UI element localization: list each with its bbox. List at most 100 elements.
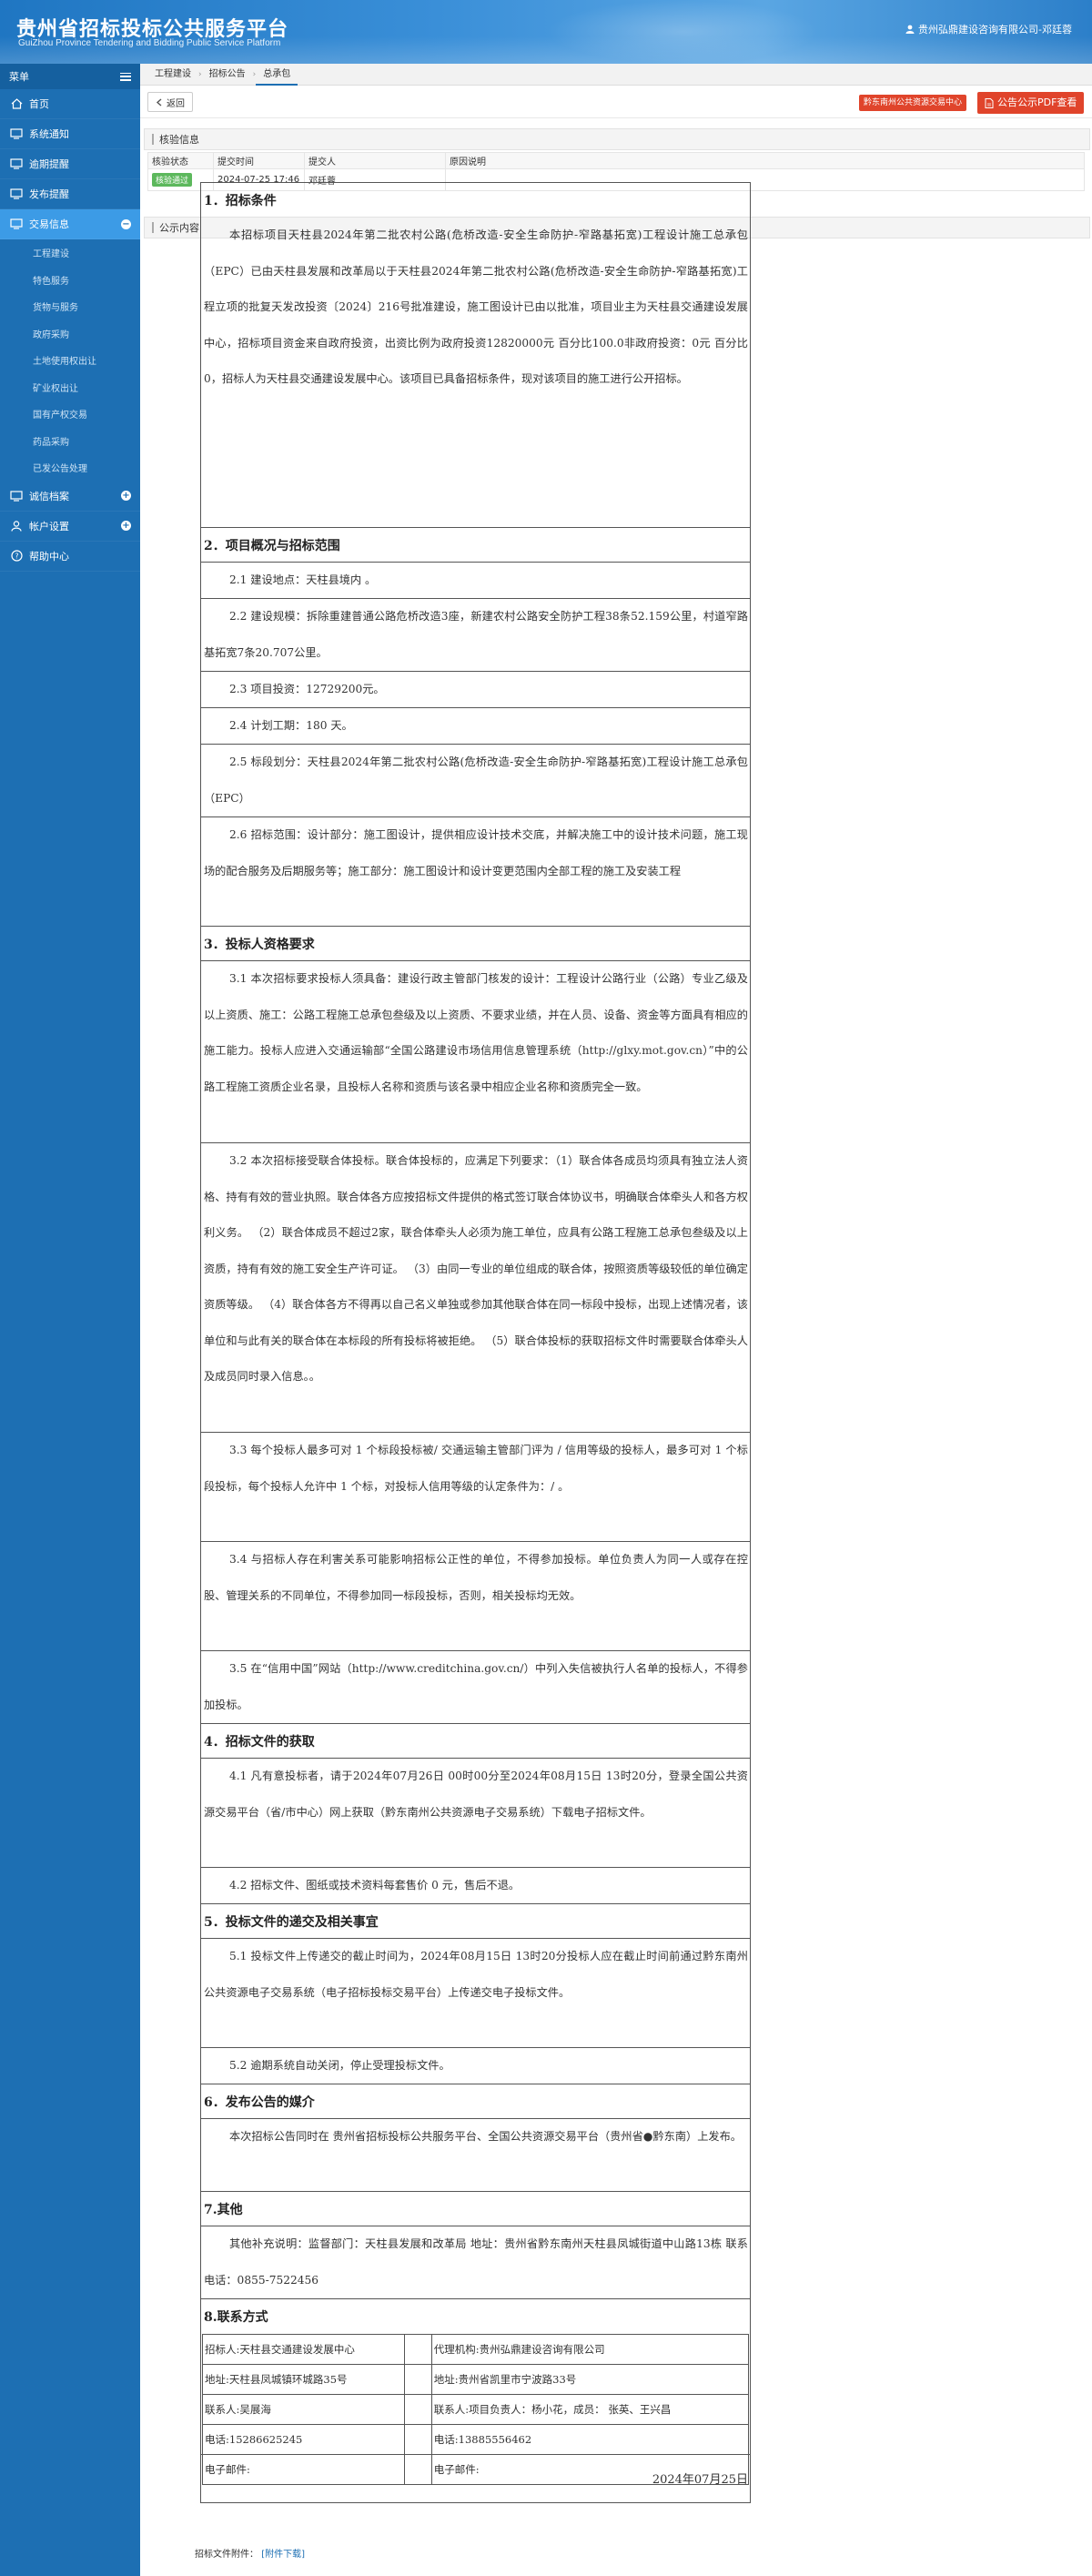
section-1: 1．招标条件 本招标项目天柱县2024年第二批农村公路(危桥改造-安全生命防护-…	[201, 183, 750, 528]
tenderer-address: 地址:天柱县凤城镇环城路35号	[202, 2364, 405, 2395]
section-7-1: 其他补充说明：监督部门：天柱县发展和改革局 地址：贵州省黔东南州天柱县凤城街道中…	[201, 2226, 750, 2299]
sidebar-item-home[interactable]: 首页	[0, 89, 140, 119]
sidebar-item-label: 帐户设置	[29, 520, 69, 532]
monitor-icon	[9, 127, 24, 141]
sidebar-subitem-mining[interactable]: 矿业权出让	[0, 374, 140, 401]
column-header: 提交时间	[213, 152, 305, 169]
breadcrumb-epc[interactable]: 总承包	[256, 64, 298, 86]
paragraph: 2.2 建设规模：拆除重建普通公路危桥改造3座，新建农村公路安全防护工程38条5…	[204, 610, 748, 659]
paragraph: 3.4 与招标人存在利害关系可能影响招标公正性的单位，不得参加投标。单位负责人为…	[204, 1553, 748, 1602]
breadcrumb-notice[interactable]: 招标公告	[202, 64, 253, 86]
spacer-cell	[403, 2394, 432, 2425]
section-2-5: 2.5 标段划分：天柱县2024年第二批农村公路(危桥改造-安全生命防护-窄路基…	[201, 745, 750, 817]
monitor-icon	[9, 217, 24, 231]
section-title: 3．投标人资格要求	[204, 938, 315, 952]
home-icon	[9, 96, 24, 111]
platform-subtitle: GuiZhou Province Tendering and Bidding P…	[18, 38, 281, 48]
tenderer-name: 招标人:天柱县交通建设发展中心	[202, 2334, 405, 2365]
sidebar-item-trade-info[interactable]: 交易信息 −	[0, 209, 140, 239]
sidebar-subitem-property[interactable]: 国有产权交易	[0, 401, 140, 428]
sidebar-subitem-land[interactable]: 土地使用权出让	[0, 347, 140, 374]
spacer-cell	[403, 2364, 432, 2395]
sidebar-subitem-drugs[interactable]: 药品采购	[0, 428, 140, 455]
section-5-title-block: 5．投标文件的递交及相关事宜	[201, 1904, 750, 1939]
question-icon: ?	[9, 549, 24, 563]
sidebar-item-credit[interactable]: 诚信档案 +	[0, 482, 140, 512]
sidebar-item-overdue[interactable]: 逾期提醒	[0, 149, 140, 179]
sidebar-subitem-procurement[interactable]: 政府采购	[0, 320, 140, 348]
paragraph: 3.1 本次招标要求投标人须具备：建设行政主管部门核发的设计：工程设计公路行业（…	[204, 972, 748, 1093]
section-2-6: 2.6 招标范围：设计部分：施工图设计，提供相应设计技术交底，并解决施工中的设计…	[201, 817, 750, 927]
sidebar-subitem-special[interactable]: 特色服务	[0, 267, 140, 294]
paragraph: 4.2 招标文件、图纸或技术资料每套售价 0 元，售后不退。	[229, 1879, 521, 1891]
section-title: 4．招标文件的获取	[204, 1735, 315, 1749]
document-icon	[985, 97, 994, 108]
spacer-cell	[403, 2424, 432, 2455]
current-user[interactable]: 贵州弘鼎建设咨询有限公司-邓廷蓉	[905, 22, 1072, 36]
sidebar-item-label: 首页	[29, 98, 49, 110]
spacer-cell	[403, 2454, 432, 2485]
section-title: 1．招标条件	[204, 194, 277, 208]
sidebar-item-help[interactable]: ? 帮助中心	[0, 542, 140, 572]
paragraph: 3.3 每个投标人最多可对 1 个标段投标被/ 交通运输主管部门评为 / 信用等…	[204, 1444, 748, 1493]
section-2-3: 2.3 项目投资：12729200元。	[201, 672, 750, 708]
paragraph: 5.1 投标文件上传递交的截止时间为，2024年08月15日 13时20分投标人…	[204, 1950, 748, 1999]
paragraph: 4.1 凡有意投标者，请于2024年07月26日 00时00分至2024年08月…	[204, 1770, 748, 1819]
paragraph: 2.6 招标范围：设计部分：施工图设计，提供相应设计技术交底，并解决施工中的设计…	[204, 828, 748, 877]
section-4-2: 4.2 招标文件、图纸或技术资料每套售价 0 元，售后不退。	[201, 1868, 750, 1904]
back-button[interactable]: 返回	[147, 92, 193, 112]
sidebar-item-publish[interactable]: 发布提醒	[0, 179, 140, 209]
menu-toggle-icon[interactable]	[120, 72, 131, 81]
breadcrumb-engineering[interactable]: 工程建设	[147, 64, 198, 86]
table-row: 电话:15286625245 电话:13885556462	[202, 2424, 750, 2455]
sidebar-item-notice[interactable]: 系统通知	[0, 119, 140, 149]
back-icon	[156, 97, 162, 106]
paragraph: 2.3 项目投资：12729200元。	[229, 683, 385, 695]
verify-section-header: 核验信息	[144, 128, 1090, 150]
sidebar-subitem-published[interactable]: 已发公告处理	[0, 454, 140, 482]
verify-section-title: 核验信息	[159, 134, 199, 146]
attachment-download-link[interactable]: [附件下载]	[261, 2550, 305, 2560]
sidebar-subitem-goods[interactable]: 货物与服务	[0, 293, 140, 320]
announcement-document: 1．招标条件 本招标项目天柱县2024年第二批农村公路(危桥改造-安全生命防护-…	[200, 182, 751, 2503]
sidebar-item-label: 发布提醒	[29, 188, 69, 200]
sidebar-item-account[interactable]: 帐户设置 +	[0, 512, 140, 542]
agency-name: 代理机构:贵州弘鼎建设咨询有限公司	[430, 2334, 750, 2365]
svg-text:?: ?	[15, 553, 18, 561]
paragraph: 3.5 在“信用中国”网站（http://www.creditchina.gov…	[204, 1662, 748, 1711]
section-2-4: 2.4 计划工期：180 天。	[201, 708, 750, 745]
paragraph: 3.2 本次招标接受联合体投标。联合体投标的，应满足下列要求：（1）联合体各成员…	[204, 1154, 748, 1383]
section-6-title-block: 6．发布公告的媒介	[201, 2084, 750, 2119]
section-8-title-block: 8.联系方式	[201, 2299, 750, 2334]
sidebar-header: 菜单	[0, 64, 140, 89]
trade-center-button[interactable]: 黔东南州公共资源交易中心	[859, 95, 967, 111]
divider	[201, 2454, 750, 2455]
contact-table: 招标人:天柱县交通建设发展中心 代理机构:贵州弘鼎建设咨询有限公司 地址:天柱县…	[202, 2334, 750, 2485]
section-3-1: 3.1 本次招标要求投标人须具备：建设行政主管部门核发的设计：工程设计公路行业（…	[201, 961, 750, 1143]
sidebar-item-label: 逾期提醒	[29, 158, 69, 170]
monitor-icon	[9, 157, 24, 171]
sidebar-subitem-engineering[interactable]: 工程建设	[0, 239, 140, 267]
section-title: 2．项目概况与招标范围	[204, 539, 340, 553]
section-2-2: 2.2 建设规模：拆除重建普通公路危桥改造3座，新建农村公路安全防护工程38条5…	[201, 599, 750, 672]
toolbar: 返回 黔东南州公共资源交易中心 公告公示PDF查看	[140, 86, 1092, 118]
section-3-title-block: 3．投标人资格要求	[201, 927, 750, 961]
section-3-2: 3.2 本次招标接受联合体投标。联合体投标的，应满足下列要求：（1）联合体各成员…	[201, 1143, 750, 1433]
agency-contact: 联系人:项目负责人：杨小花，成员： 张英、王兴昌	[430, 2394, 750, 2425]
tenderer-contact: 联系人:吴展海	[202, 2394, 405, 2425]
table-row: 招标人:天柱县交通建设发展中心 代理机构:贵州弘鼎建设咨询有限公司	[202, 2334, 750, 2365]
section-6-1: 本次招标公告同时在 贵州省招标投标公共服务平台、全国公共资源交易平台（贵州省●黔…	[201, 2119, 750, 2192]
section-title: 7.其他	[204, 2203, 243, 2217]
breadcrumb: 工程建设 › 招标公告 › 总承包	[140, 64, 1092, 86]
table-row: 联系人:吴展海 联系人:项目负责人：杨小花，成员： 张英、王兴昌	[202, 2394, 750, 2425]
paragraph: 2.5 标段划分：天柱县2024年第二批农村公路(危桥改造-安全生命防护-窄路基…	[204, 756, 748, 805]
expand-icon: +	[121, 491, 131, 501]
attachment-label: 招标文件附件：	[195, 2550, 258, 2560]
paragraph: 本次招标公告同时在 贵州省招标投标公共服务平台、全国公共资源交易平台（贵州省●黔…	[229, 2130, 742, 2143]
sidebar-item-label: 交易信息	[29, 218, 69, 230]
pdf-view-button[interactable]: 公告公示PDF查看	[977, 92, 1085, 114]
section-3-3: 3.3 每个投标人最多可对 1 个标段投标被/ 交通运输主管部门评为 / 信用等…	[201, 1433, 750, 1542]
section-2-1: 2.1 建设地点：天柱县境内 。	[201, 563, 750, 599]
section-2-title-block: 2．项目概况与招标范围	[201, 528, 750, 563]
back-button-label: 返回	[167, 98, 185, 109]
